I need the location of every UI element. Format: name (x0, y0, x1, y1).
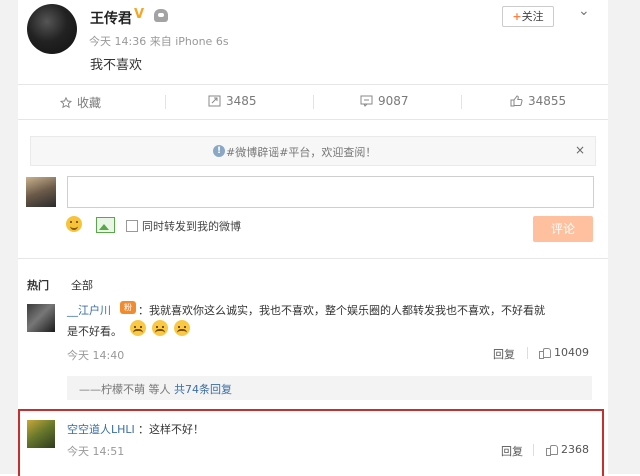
commenter-avatar[interactable] (27, 304, 55, 332)
view-replies-link[interactable]: 共74条回复 (174, 383, 232, 396)
comment-like-button[interactable]: 10409 (539, 346, 589, 359)
follow-button[interactable]: +关注 (502, 6, 554, 27)
repost-icon (208, 95, 221, 110)
divider (527, 347, 528, 359)
comment-text: ：这样不好！ (138, 423, 204, 436)
member-rank-icon (154, 9, 168, 22)
post-meta: 今天 14:36 来自 iPhone 6s (89, 35, 229, 48)
commenter-name[interactable]: 空空道人LHLI (67, 421, 135, 437)
comment-text: ：我就喜欢你这么诚实，我也不喜欢，整个娱乐圈的人都转发我也不喜欢，不好看就 (138, 304, 545, 317)
like-button[interactable]: 34855 (510, 94, 566, 110)
action-divider (313, 95, 314, 109)
repost-count: 3485 (226, 94, 257, 108)
reply-button[interactable]: 回复 (493, 346, 515, 362)
repost-checkbox-label[interactable]: 同时转发到我的微博 (142, 218, 241, 234)
divider (533, 444, 534, 456)
rumor-notice-bar: ! #微博辟谣#平台，欢迎查阅！ × (30, 136, 596, 166)
author-avatar[interactable] (27, 4, 77, 54)
post-action-bar: 收藏 3485 9087 34855 (18, 84, 608, 120)
commenter-avatar[interactable] (27, 420, 55, 448)
comment-text-continued: 是不好看。 (67, 325, 122, 338)
comment-like-button[interactable]: 2368 (546, 443, 589, 456)
author-name[interactable]: 王传君 (90, 8, 132, 28)
section-divider (18, 258, 608, 259)
reply-button[interactable]: 回复 (501, 443, 523, 459)
comment-icon (360, 95, 373, 110)
submit-comment-button[interactable]: 评论 (533, 216, 593, 242)
crying-emoji-icon (130, 320, 146, 336)
tab-all[interactable]: 全部 (71, 277, 93, 293)
fan-badge-icon: 粉 (120, 301, 136, 314)
image-upload-icon[interactable] (96, 217, 115, 233)
comment-time: 今天 14:40 (67, 349, 125, 362)
commenter-name[interactable]: __江户川 (67, 302, 111, 318)
crying-emoji-icon (174, 320, 190, 336)
sub-reply-summary-text: 等人 (145, 383, 174, 396)
thumbs-up-icon (539, 347, 551, 359)
favorite-label: 收藏 (77, 96, 102, 110)
info-icon: ! (213, 145, 225, 157)
thumbs-up-icon (510, 95, 523, 110)
thumbs-up-icon (546, 444, 558, 456)
sub-reply-summary[interactable]: ——柠檬不萌 等人 共74条回复 (67, 376, 592, 400)
comment-input[interactable] (67, 176, 594, 208)
repost-button[interactable]: 3485 (208, 94, 257, 110)
repost-checkbox[interactable] (126, 220, 138, 232)
current-user-avatar (26, 177, 56, 207)
comment-count: 9087 (378, 94, 409, 108)
follow-label: 关注 (521, 10, 544, 23)
notice-text[interactable]: #微博辟谣#平台，欢迎查阅！ (226, 144, 376, 160)
close-icon[interactable]: × (575, 143, 585, 157)
post-text: 我不喜欢 (90, 58, 143, 73)
chevron-down-icon[interactable]: ⌄ (578, 3, 590, 19)
favorite-button[interactable]: 收藏 (59, 94, 102, 112)
comment-like-count: 2368 (561, 443, 589, 456)
plus-icon: + (512, 10, 522, 23)
like-count: 34855 (528, 94, 567, 108)
tab-hot[interactable]: 热门 (27, 277, 49, 293)
crying-emoji-icon (152, 320, 168, 336)
emoji-icon[interactable] (66, 216, 82, 232)
action-divider (165, 95, 166, 109)
comment-like-count: 10409 (554, 346, 589, 359)
verified-badge-icon: V (134, 7, 145, 22)
comment-button[interactable]: 9087 (360, 94, 409, 110)
sub-reply-user[interactable]: ——柠檬不萌 (79, 383, 145, 396)
action-divider (461, 95, 462, 109)
star-icon (59, 96, 73, 112)
comment-time: 今天 14:51 (67, 445, 125, 458)
